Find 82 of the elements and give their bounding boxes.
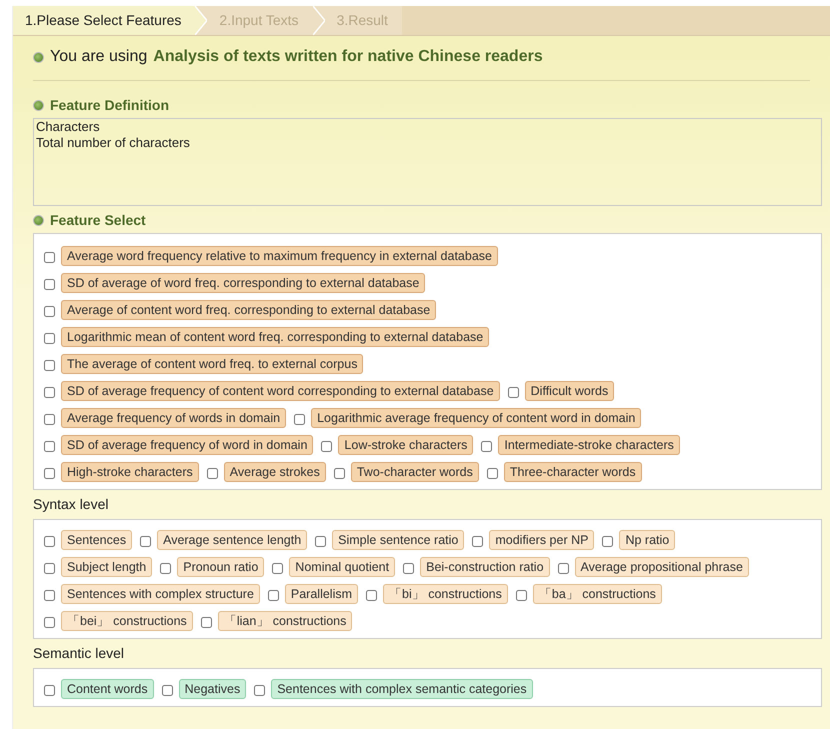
feature-tag[interactable]: Intermediate-stroke characters	[498, 434, 680, 454]
intro-text: You are using	[50, 47, 148, 67]
feature-checkbox[interactable]	[44, 684, 55, 696]
feature-checkbox[interactable]	[602, 536, 614, 546]
feature-checkbox[interactable]	[162, 684, 173, 696]
feature-tag[interactable]: Pronoun ratio	[177, 556, 264, 576]
feature-checkbox[interactable]	[44, 332, 55, 344]
section-heading: Feature Select	[50, 211, 146, 230]
feature-tag[interactable]: Average word frequency relative to maximum frequency in external database	[61, 246, 498, 266]
feature-tag[interactable]: SD of average of word freq. corresponding to external database	[61, 272, 426, 292]
feature-tag[interactable]: Average strokes	[224, 462, 326, 482]
feature-tag[interactable]: Average sentence length	[157, 530, 308, 550]
feature-tag[interactable]: Average frequency of words in domain	[61, 408, 286, 428]
feature-tag[interactable]: Parallelism	[284, 584, 358, 604]
feature-checkbox[interactable]	[472, 536, 484, 546]
feature-checkbox[interactable]	[206, 468, 218, 478]
feature-checkbox[interactable]	[516, 590, 527, 600]
feature-checkbox[interactable]	[44, 414, 55, 424]
analysis-name: Analysis of texts written for native Chinese readers	[153, 47, 543, 67]
feature-tag[interactable]: High-stroke characters	[61, 462, 199, 482]
feature-checkbox[interactable]	[268, 590, 279, 600]
feature-checkbox[interactable]	[160, 562, 172, 574]
feature-tag[interactable]: 「ba」 constructions	[532, 584, 662, 604]
feature-tag[interactable]: Logarithmic mean of content word freq. corresponding to external database	[61, 326, 490, 346]
feature-tag[interactable]: 「bi」 constructions	[383, 584, 508, 604]
feature-tag[interactable]: Bei-construction ratio	[420, 556, 550, 576]
feature-checkbox[interactable]	[44, 278, 55, 290]
feature-checkbox[interactable]	[558, 562, 569, 574]
level-heading: Semantic level	[33, 645, 124, 661]
feature-tag[interactable]: Logarithmic average frequency of content word in domain	[311, 408, 642, 428]
feature-checkbox[interactable]	[508, 386, 519, 398]
feature-tag[interactable]: SD of average frequency of word in domain	[61, 434, 314, 454]
feature-tag[interactable]: 「bei」 constructions	[61, 610, 193, 630]
section-heading: Feature Definition	[50, 96, 170, 115]
bullet-icon	[33, 215, 44, 226]
feature-checkbox[interactable]	[481, 440, 492, 452]
feature-tag[interactable]: Difficult words	[524, 380, 614, 400]
feature-tag[interactable]: Nominal quotient	[289, 556, 396, 576]
bullet-icon	[33, 100, 44, 111]
feature-tag[interactable]: Negatives	[178, 678, 246, 698]
feature-checkbox[interactable]	[44, 252, 55, 262]
feature-tag[interactable]: Three-character words	[504, 462, 642, 482]
definition-text: Characters	[36, 119, 101, 135]
feature-checkbox[interactable]	[272, 562, 284, 574]
feature-checkbox[interactable]	[44, 360, 55, 370]
feature-checkbox[interactable]	[44, 468, 55, 478]
level-heading: Syntax level	[33, 496, 108, 512]
feature-tag[interactable]: Subject length	[61, 556, 152, 576]
definition-text: Total number of characters	[36, 135, 191, 151]
feature-checkbox[interactable]	[140, 536, 152, 546]
feature-checkbox[interactable]	[44, 386, 55, 398]
feature-tag[interactable]: Np ratio	[619, 530, 676, 550]
feature-tag[interactable]: Simple sentence ratio	[332, 530, 464, 550]
feature-tag[interactable]: Sentences	[61, 530, 132, 550]
feature-tag[interactable]: Low-stroke characters	[338, 434, 474, 454]
feature-tag[interactable]: The average of content word freq. to external corpus	[61, 354, 364, 374]
feature-checkbox[interactable]	[44, 590, 55, 600]
feature-checkbox[interactable]	[321, 440, 332, 452]
bullet-icon	[33, 52, 44, 62]
feature-tag[interactable]: Average of content word freq. corresponding to external database	[61, 300, 436, 320]
feature-tag[interactable]: modifiers per NP	[489, 530, 594, 550]
feature-tag[interactable]: Average propositional phrase	[574, 556, 749, 576]
feature-checkbox[interactable]	[44, 616, 55, 628]
definition-box[interactable]: Characters Total number of characters	[33, 118, 822, 206]
feature-checkbox[interactable]	[294, 414, 306, 424]
feature-checkbox[interactable]	[334, 468, 345, 478]
feature-checkbox[interactable]	[254, 684, 266, 696]
feature-tag[interactable]: Sentences with complex structure	[61, 584, 260, 604]
feature-checkbox[interactable]	[403, 562, 414, 574]
feature-checkbox[interactable]	[200, 616, 212, 628]
feature-tag[interactable]: Content words	[61, 678, 154, 698]
feature-tag[interactable]: 「lian」 constructions	[218, 610, 352, 630]
feature-checkbox[interactable]	[44, 536, 55, 546]
feature-checkbox[interactable]	[486, 468, 498, 478]
feature-tag[interactable]: Two-character words	[350, 462, 479, 482]
feature-checkbox[interactable]	[44, 440, 55, 452]
feature-checkbox[interactable]	[44, 306, 55, 316]
feature-tag[interactable]: SD of average frequency of content word corresponding to external database	[61, 380, 500, 400]
feature-tag[interactable]: Sentences with complex semantic categories	[271, 678, 533, 698]
feature-checkbox[interactable]	[315, 536, 326, 546]
feature-checkbox[interactable]	[44, 562, 55, 574]
feature-checkbox[interactable]	[366, 590, 378, 600]
